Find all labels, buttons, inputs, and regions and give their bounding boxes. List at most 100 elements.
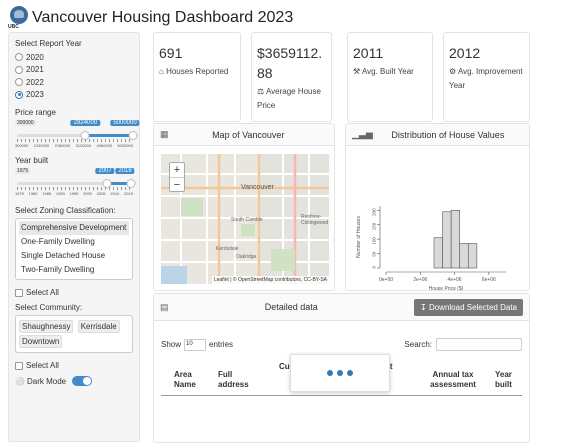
map-attribution[interactable]: Leaflet | © OpenStreetMap contributors, … (211, 276, 329, 284)
year-radio-label: 2020 (26, 52, 44, 62)
built-to-value: 2016 (115, 168, 135, 174)
community-tag[interactable]: Kerrisdale (77, 320, 120, 333)
community-select[interactable]: Shaughnessy Kerrisdale Downtown (15, 315, 133, 353)
search-label: Search: (404, 340, 432, 349)
select-all-label: Select All (26, 288, 59, 297)
table-card-title: Detailed data (264, 302, 318, 312)
zoning-option[interactable]: Single Detached House (19, 249, 129, 263)
community-tag[interactable]: Shaughnessy (19, 320, 74, 333)
zoning-option[interactable]: Two-Family Dwelling (19, 263, 129, 277)
slider-tick-label: 2000 (83, 191, 93, 196)
map-card: ▦ Map of Vancouver + − Vancouver South C… (153, 123, 335, 291)
slider-tick-label: 3120000 (75, 143, 92, 148)
stat-value: $3659112.88 (257, 45, 323, 81)
radio-button[interactable] (15, 53, 23, 62)
zoom-in-button[interactable]: + (170, 163, 184, 177)
histogram-bar (459, 243, 469, 269)
stat-caption: Average House Price (257, 87, 321, 110)
table-search-input[interactable] (436, 338, 522, 351)
built-from-value: 2007 (95, 168, 115, 174)
slider-tick-label: 4060000 (96, 143, 113, 148)
stat-caption: Houses Reported (166, 67, 229, 76)
year-radio-2020[interactable]: 2020 (15, 51, 133, 64)
zoning-option[interactable]: Comprehensive Development (19, 221, 129, 235)
slider-tick-label: 2005 (96, 191, 106, 196)
page-title: Vancouver Housing Dashboard 2023 (32, 9, 294, 26)
col-full-address[interactable]: Full address (218, 370, 258, 390)
stat-caption: Avg. Improvement Year (449, 67, 523, 90)
dark-mode-label: Dark Mode (26, 376, 67, 386)
map-view[interactable]: + − Vancouver South Cambie Kerrisdale Oa… (161, 154, 329, 284)
zoning-select[interactable]: Comprehensive Development One-Family Dwe… (15, 218, 133, 280)
slider-tick-label: 1985 (42, 191, 52, 196)
zoom-out-button[interactable]: − (170, 177, 184, 191)
wrench-icon: ⚙ (449, 67, 457, 76)
col-area-name[interactable]: Area Name (174, 370, 204, 390)
year-built-label: Year built (15, 156, 49, 165)
histogram-bar (450, 210, 461, 269)
x-axis-title: House Price ($) (429, 286, 464, 290)
report-year-label: Select Report Year (15, 39, 82, 48)
year-radio-2021[interactable]: 2021 (15, 64, 133, 77)
radio-button[interactable] (15, 90, 23, 99)
map-label-oakridge: Oakridge (236, 254, 257, 260)
select-all-label: Select All (26, 361, 59, 370)
y-tick-label: 0 (372, 266, 377, 269)
checkbox[interactable] (15, 288, 23, 297)
price-tick-labels: 300000 1240000 2180000 3120000 4060000 500000… (15, 143, 133, 148)
y-axis-title: Number of Houses (356, 216, 362, 258)
lightbulb-icon: ⚪ (15, 376, 25, 386)
dark-mode-toggle[interactable] (72, 376, 93, 386)
slider-tick-label: 2010 (110, 191, 120, 196)
page-length-select[interactable]: 10 (184, 338, 207, 351)
zoning-label: Select Zoning Classification: (15, 206, 116, 215)
zoning-select-all[interactable]: Select All (15, 288, 133, 297)
stat-caption: Avg. Built Year (361, 67, 414, 76)
ubc-logo: UBC (8, 6, 30, 30)
year-built-slider[interactable]: 1975 2007 2016 1975 1980 1985 1990 1995 2000 2… (15, 168, 136, 198)
stat-value: 691 (159, 45, 183, 61)
price-range-label: Price range (15, 108, 56, 117)
stat-value: 2011 (353, 45, 384, 61)
year-radio-label: 2021 (26, 65, 44, 75)
slider-tick-label: 1995 (69, 191, 79, 196)
report-year-radio-group: 2020 2021 2022 2023 (15, 51, 133, 101)
checkbox[interactable] (15, 361, 23, 370)
histogram-card: ▁▃▅ Distribution of House Values 0 50 100 1… (345, 123, 530, 292)
slider-tick-label: 1240000 (33, 143, 50, 148)
stat-houses-reported: 691 ⌂ Houses Reported (153, 32, 241, 122)
year-radio-label: 2023 (26, 90, 44, 100)
slider-tick-label: 300000 (15, 143, 29, 148)
slider-tick-label: 1975 (15, 191, 24, 196)
slider-tick-label: 2180000 (54, 143, 71, 148)
radio-button[interactable] (15, 78, 23, 87)
year-radio-2022[interactable]: 2022 (15, 76, 133, 89)
zoning-option[interactable]: One-Family Dwelling (19, 235, 129, 249)
download-button[interactable]: ↧ Download Selected Data (414, 298, 523, 316)
community-label: Select Community: (15, 303, 83, 312)
community-tag[interactable]: Downtown (19, 335, 63, 348)
sidebar: Select Report Year 2020 2021 2022 2023 Pric… (8, 32, 140, 442)
y-tick-label: 50 (372, 251, 377, 257)
radio-button[interactable] (15, 65, 23, 74)
price-range-slider[interactable]: 300000 2824000 5000000 300000 1240000 2180… (15, 120, 140, 150)
map-label-south-cambie: South Cambie (231, 217, 263, 223)
map-icon: ▦ (160, 129, 169, 139)
community-select-all[interactable]: Select All (15, 361, 133, 370)
map-zoom-control: + − (169, 162, 185, 192)
x-tick-label: 6e+06 (482, 277, 496, 283)
slider-tick-label: 2015 (124, 191, 133, 196)
col-annual-tax[interactable]: Annual tax assessment (423, 370, 483, 390)
stat-avg-built-year: 2011 ⚒ Avg. Built Year (347, 32, 433, 122)
map-label-renfrew: Renfrew-Collingwood (301, 214, 329, 226)
map-label-kerrisdale: Kerrisdale (216, 246, 239, 252)
year-radio-2023[interactable]: 2023 (15, 89, 133, 102)
table-controls: Show 10 entries Search: (161, 338, 522, 351)
price-min-value: 300000 (15, 120, 36, 126)
house-value-histogram: 0 50 100 150 200 0e+00 2e+06 4e+06 6e+06 House Pr… (356, 206, 506, 292)
y-tick-label: 100 (372, 237, 377, 245)
col-year-built[interactable]: Year built (495, 370, 521, 390)
histogram-bar (467, 243, 478, 269)
y-tick-label: 150 (372, 222, 377, 230)
histogram-card-title: Distribution of House Values (391, 129, 505, 140)
